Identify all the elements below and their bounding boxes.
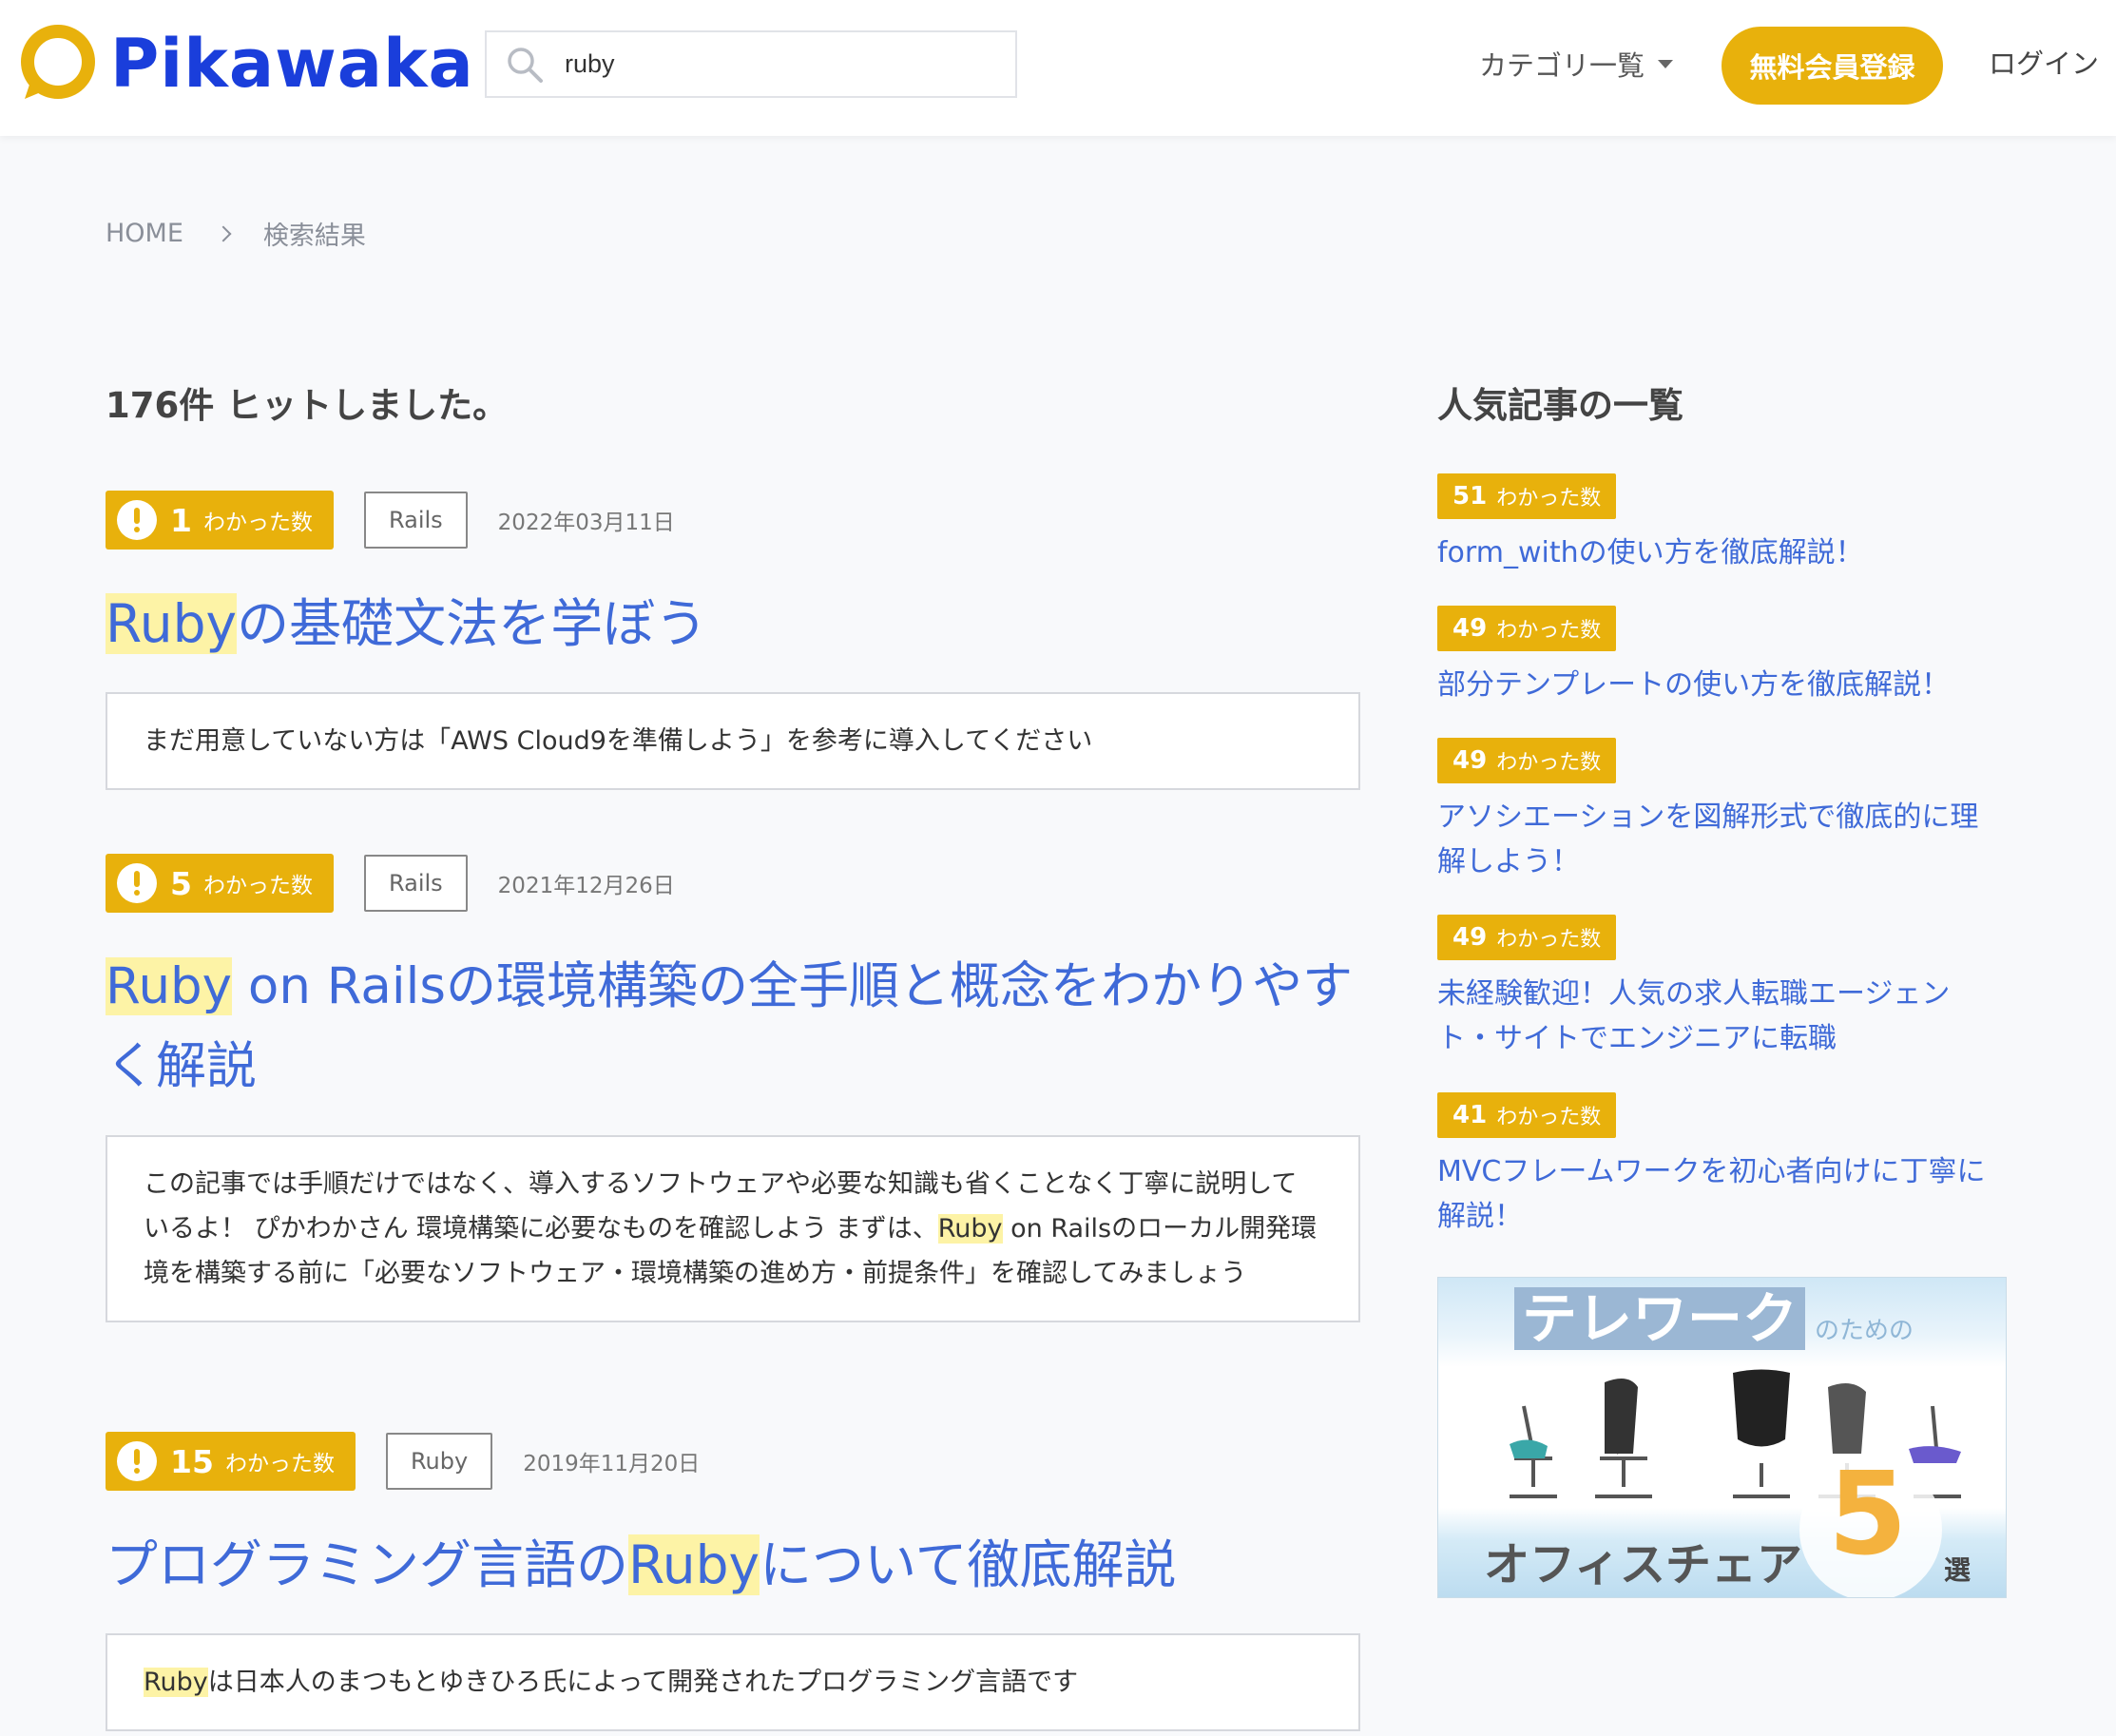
- article-date: 2021年12月26日: [497, 874, 675, 898]
- wakatta-count: 41: [1452, 1101, 1488, 1129]
- article-meta: 15 わかった数 Ruby 2019年11月20日: [106, 1432, 1360, 1491]
- wakatta-count: 51: [1452, 482, 1488, 511]
- popular-item-link[interactable]: 部分テンプレートの使い方を徹底解説！: [1437, 663, 1998, 707]
- breadcrumb-current: 検索結果: [262, 222, 366, 251]
- logo[interactable]: Pikawaka: [15, 21, 474, 106]
- office-chair-ad-banner[interactable]: テレワーク のための 5 オフィスチェア 選: [1437, 1277, 2007, 1598]
- ad-subline: オフィスチェア: [1484, 1538, 1803, 1591]
- article-title[interactable]: Rubyの基礎文法を学ぼう: [106, 584, 1360, 664]
- popular-item: 49 わかった数 未経験歓迎！人気の求人転職エージェント・サイトでエンジニアに転…: [1437, 915, 1998, 1061]
- article-title[interactable]: プログラミング言語のRubyについて徹底解説: [106, 1525, 1360, 1605]
- wakatta-badge: 15 わかった数: [106, 1432, 356, 1491]
- excerpt-text: は日本人のまつもとゆきひろ氏によって開発されたプログラミング言語です: [207, 1668, 1079, 1697]
- search-icon: [508, 47, 543, 83]
- excerpt-highlight: Ruby: [144, 1668, 208, 1697]
- breadcrumb: HOME 検索結果: [106, 215, 366, 252]
- ad-headline-small: のための: [1815, 1317, 1914, 1345]
- article-excerpt: この記事では手順だけではなく、導入するソフトウェアや必要な知識も省くことなく丁寧…: [106, 1135, 1360, 1322]
- wakatta-label: わかった数: [224, 1452, 335, 1476]
- search-input[interactable]: [565, 49, 964, 79]
- wakatta-badge: 51 わかった数: [1437, 473, 1617, 519]
- result-count: 176件 ヒットしました。: [106, 385, 509, 426]
- caret-down-icon: [1658, 59, 1674, 68]
- article-card: 5 わかった数 Rails 2021年12月26日 Ruby on Railsの…: [106, 854, 1360, 1322]
- wakatta-label: わかった数: [1496, 928, 1602, 952]
- wakatta-label: わかった数: [1496, 1106, 1602, 1129]
- article-excerpt: まだ用意していない方は「AWS Cloud9を準備しよう」を参考に導入してくださ…: [106, 692, 1360, 790]
- popular-item: 51 わかった数 form_withの使い方を徹底解説！: [1437, 473, 1998, 575]
- wakatta-badge: 49 わかった数: [1437, 606, 1617, 651]
- wakatta-badge: 49 わかった数: [1437, 915, 1617, 960]
- wakatta-badge: 5 わかった数: [106, 854, 334, 913]
- article-card: 1 わかった数 Rails 2022年03月11日 Rubyの基礎文法を学ぼう …: [106, 491, 1360, 790]
- wakatta-badge: 41 わかった数: [1437, 1092, 1617, 1138]
- popular-articles-sidebar: 人気記事の一覧 51 わかった数 form_withの使い方を徹底解説！ 49 …: [1437, 376, 2008, 1233]
- exclamation-icon: [117, 1441, 157, 1481]
- wakatta-count: 15: [170, 1442, 214, 1480]
- wakatta-label: わかった数: [202, 511, 313, 535]
- title-text: の基礎文法を学ぼう: [237, 593, 708, 654]
- exclamation-icon: [117, 500, 157, 540]
- wakatta-label: わかった数: [202, 874, 313, 898]
- wakatta-label: わかった数: [1496, 487, 1602, 511]
- title-highlight: Ruby: [628, 1534, 760, 1595]
- title-text: on Railsの環境構築の全手順と概念をわかりやすく解説: [106, 957, 1353, 1095]
- category-tag[interactable]: Rails: [363, 855, 468, 912]
- article-date: 2022年03月11日: [497, 511, 675, 535]
- login-link[interactable]: ログイン: [1989, 42, 2099, 82]
- category-tag[interactable]: Ruby: [385, 1433, 493, 1490]
- logo-text: Pikawaka: [110, 25, 474, 103]
- article-excerpt: Rubyは日本人のまつもとゆきひろ氏によって開発されたプログラミング言語です: [106, 1633, 1360, 1731]
- excerpt-highlight: Ruby: [937, 1214, 1003, 1244]
- title-text: プログラミング言語の: [106, 1534, 629, 1595]
- ad-headline-text: テレワーク: [1514, 1287, 1806, 1350]
- ad-headline: テレワーク のための: [1514, 1287, 1914, 1350]
- title-text: について徹底解説: [760, 1534, 1177, 1595]
- wakatta-label: わかった数: [1496, 751, 1602, 775]
- ad-suffix: 選: [1944, 1554, 1972, 1586]
- article-title[interactable]: Ruby on Railsの環境構築の全手順と概念をわかりやすく解説: [106, 947, 1360, 1107]
- category-label: カテゴリ一覧: [1479, 49, 1645, 82]
- site-header: Pikawaka カテゴリ一覧 無料会員登録 ログイン: [0, 0, 2116, 136]
- chevron-right-icon: [215, 225, 232, 241]
- wakatta-count: 49: [1452, 746, 1488, 775]
- popular-item: 41 わかった数 MVCフレームワークを初心者向けに丁寧に解説！: [1437, 1092, 1998, 1239]
- wakatta-badge: 1 わかった数: [106, 491, 334, 550]
- wakatta-count: 1: [170, 501, 192, 539]
- popular-item: 49 わかった数 アソシエーションを図解形式で徹底的に理解しよう！: [1437, 738, 1998, 884]
- exclamation-icon: [117, 863, 157, 903]
- article-card: 15 わかった数 Ruby 2019年11月20日 プログラミング言語のRuby…: [106, 1432, 1360, 1731]
- speech-bubble-logo-icon: [21, 25, 95, 99]
- wakatta-label: わかった数: [1496, 619, 1602, 643]
- popular-item: 49 わかった数 部分テンプレートの使い方を徹底解説！: [1437, 606, 1998, 707]
- wakatta-count: 49: [1452, 614, 1488, 643]
- sidebar-title: 人気記事の一覧: [1437, 385, 1683, 426]
- popular-item-link[interactable]: アソシエーションを図解形式で徹底的に理解しよう！: [1437, 795, 1998, 884]
- category-tag[interactable]: Rails: [363, 492, 468, 549]
- title-highlight: Ruby: [106, 957, 233, 1015]
- title-highlight: Ruby: [106, 593, 238, 654]
- article-meta: 5 わかった数 Rails 2021年12月26日: [106, 854, 1360, 913]
- article-meta: 1 わかった数 Rails 2022年03月11日: [106, 491, 1360, 550]
- wakatta-count: 5: [170, 864, 192, 902]
- ad-number: 5: [1828, 1449, 1908, 1581]
- search-box[interactable]: [485, 30, 1017, 98]
- popular-item-link[interactable]: form_withの使い方を徹底解説！: [1437, 530, 1998, 575]
- popular-item-link[interactable]: 未経験歓迎！人気の求人転職エージェント・サイトでエンジニアに転職: [1437, 972, 1998, 1061]
- excerpt-text: まだ用意していない方は「AWS Cloud9を準備しよう」を参考に導入してくださ…: [144, 726, 1093, 756]
- breadcrumb-home[interactable]: HOME: [106, 219, 183, 248]
- wakatta-badge: 49 わかった数: [1437, 738, 1617, 783]
- popular-item-link[interactable]: MVCフレームワークを初心者向けに丁寧に解説！: [1437, 1149, 1998, 1239]
- signup-button[interactable]: 無料会員登録: [1722, 27, 1943, 105]
- wakatta-count: 49: [1452, 923, 1488, 952]
- category-dropdown[interactable]: カテゴリ一覧: [1479, 40, 1674, 87]
- article-date: 2019年11月20日: [523, 1452, 701, 1476]
